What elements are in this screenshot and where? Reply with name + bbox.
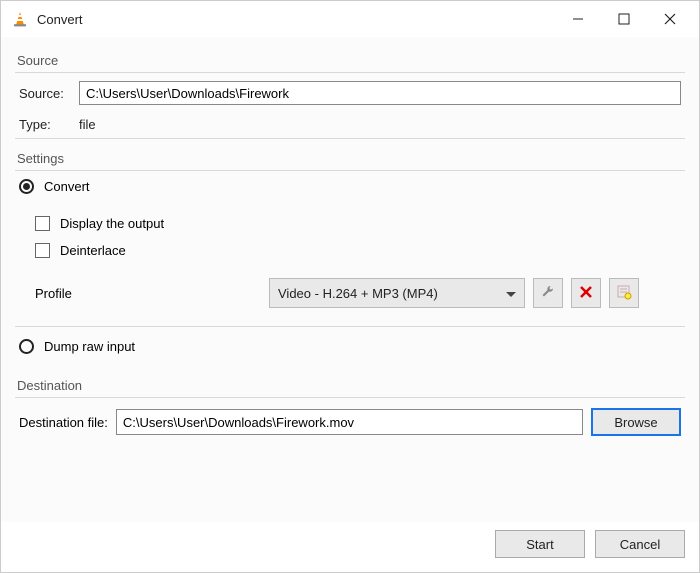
source-group-label: Source bbox=[15, 49, 685, 70]
display-output-label: Display the output bbox=[60, 216, 164, 231]
close-button[interactable] bbox=[647, 4, 693, 34]
source-label: Source: bbox=[19, 86, 79, 101]
deinterlace-checkbox[interactable]: Deinterlace bbox=[15, 237, 685, 264]
vlc-icon bbox=[11, 10, 29, 28]
convert-radio-label: Convert bbox=[44, 179, 90, 194]
window-controls bbox=[555, 4, 693, 34]
checkbox-icon bbox=[35, 216, 50, 231]
cancel-button-label: Cancel bbox=[620, 537, 660, 552]
new-profile-button[interactable] bbox=[609, 278, 639, 308]
edit-profile-button[interactable] bbox=[533, 278, 563, 308]
source-input[interactable] bbox=[79, 81, 681, 105]
cancel-button[interactable]: Cancel bbox=[595, 530, 685, 558]
delete-x-icon bbox=[579, 285, 593, 302]
display-output-checkbox[interactable]: Display the output bbox=[15, 210, 685, 237]
dump-raw-label: Dump raw input bbox=[44, 339, 135, 354]
radio-selected-icon bbox=[19, 179, 34, 194]
destination-file-label: Destination file: bbox=[19, 415, 108, 430]
profile-value: Video - H.264 + MP3 (MP4) bbox=[278, 286, 506, 301]
divider bbox=[15, 138, 685, 139]
destination-group-label: Destination bbox=[15, 374, 685, 395]
source-group: Source Source: Type: file bbox=[15, 49, 685, 139]
browse-button[interactable]: Browse bbox=[591, 408, 681, 436]
titlebar: Convert bbox=[1, 1, 699, 37]
destination-group: Destination Destination file: Browse bbox=[15, 374, 685, 444]
start-button[interactable]: Start bbox=[495, 530, 585, 558]
profile-label: Profile bbox=[35, 286, 269, 301]
checkbox-icon bbox=[35, 243, 50, 258]
convert-radio[interactable]: Convert bbox=[15, 171, 685, 202]
convert-dialog: Convert Source Source: Type: file bbox=[0, 0, 700, 573]
dump-raw-radio[interactable]: Dump raw input bbox=[15, 327, 685, 366]
profile-combobox[interactable]: Video - H.264 + MP3 (MP4) bbox=[269, 278, 525, 308]
settings-group: Settings Convert Display the output Dein… bbox=[15, 147, 685, 366]
browse-button-label: Browse bbox=[614, 415, 657, 430]
deinterlace-label: Deinterlace bbox=[60, 243, 126, 258]
new-profile-icon bbox=[616, 284, 632, 303]
window-title: Convert bbox=[37, 12, 555, 27]
dialog-footer: Start Cancel bbox=[1, 522, 699, 572]
type-label: Type: bbox=[19, 117, 79, 132]
settings-group-label: Settings bbox=[15, 147, 685, 168]
type-value: file bbox=[79, 117, 96, 132]
destination-file-input[interactable] bbox=[116, 409, 583, 435]
minimize-button[interactable] bbox=[555, 4, 601, 34]
wrench-icon bbox=[540, 284, 556, 303]
maximize-button[interactable] bbox=[601, 4, 647, 34]
dialog-content: Source Source: Type: file Settings Conve… bbox=[1, 37, 699, 522]
delete-profile-button[interactable] bbox=[571, 278, 601, 308]
chevron-down-icon bbox=[506, 286, 516, 301]
radio-unselected-icon bbox=[19, 339, 34, 354]
start-button-label: Start bbox=[526, 537, 553, 552]
